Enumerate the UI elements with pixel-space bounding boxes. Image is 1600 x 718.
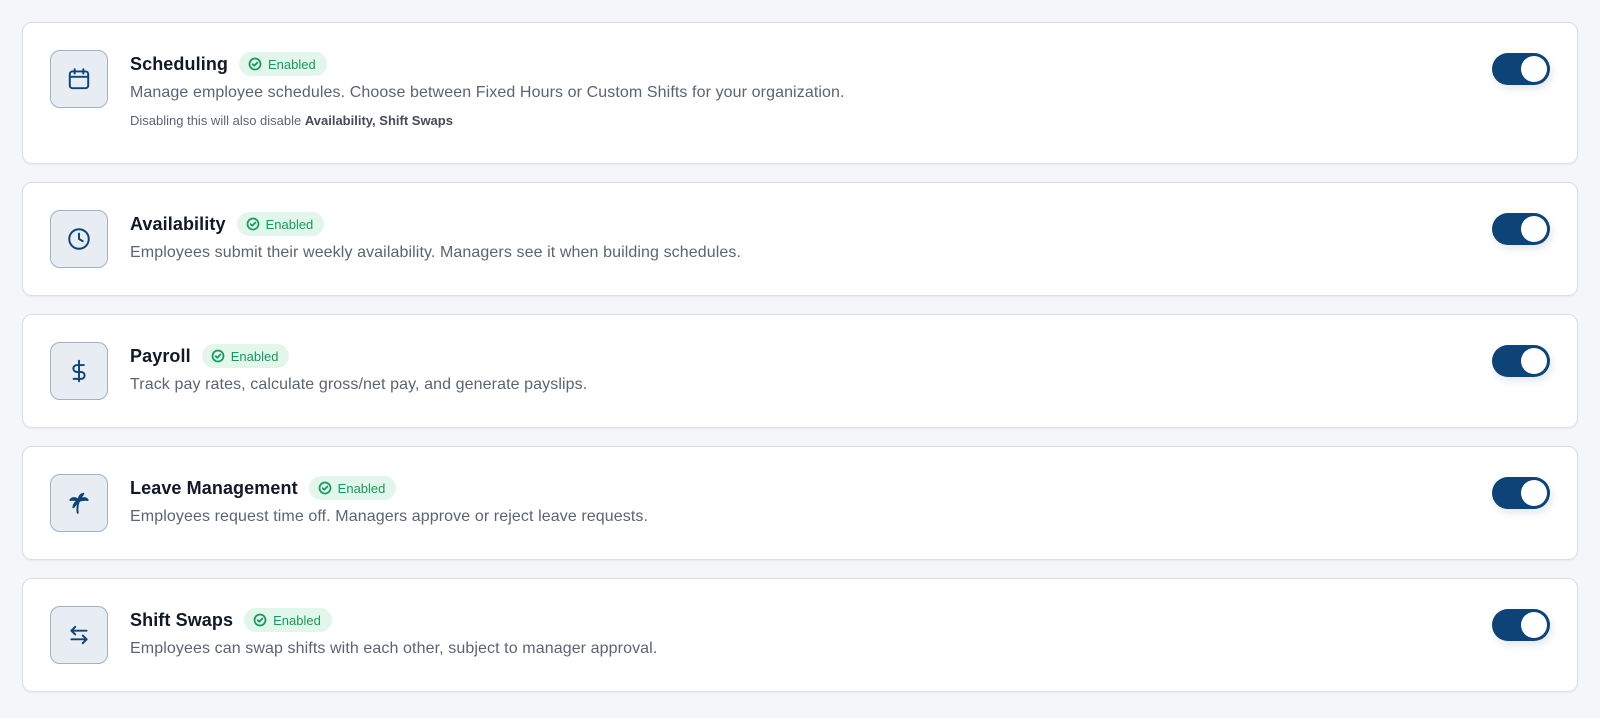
module-content: Leave Management Enabled Employees reque…	[130, 475, 1457, 526]
module-description: Manage employee schedules. Choose betwee…	[130, 84, 845, 101]
toggle-knob	[1521, 480, 1547, 506]
check-circle-icon	[253, 613, 267, 627]
module-content: Availability Enabled Employees submit th…	[130, 211, 1457, 262]
toggle-knob	[1521, 348, 1547, 374]
module-description: Employees request time off. Managers app…	[130, 508, 649, 525]
module-card-scheduling: Scheduling Enabled Manage employee sched…	[22, 22, 1578, 164]
toggle-shift-swaps[interactable]	[1492, 609, 1550, 641]
module-description: Employees can swap shifts with each othe…	[130, 640, 658, 657]
module-title-row: Payroll Enabled	[130, 343, 1457, 369]
toggle-knob	[1521, 56, 1547, 82]
calendar-icon	[50, 50, 108, 108]
module-description: Employees submit their weekly availabili…	[130, 244, 742, 261]
module-content: Payroll Enabled Track pay rates, calcula…	[130, 343, 1457, 394]
dependency-note-modules: Availability, Shift Swaps	[304, 113, 453, 128]
module-title-row: Leave Management Enabled	[130, 475, 1457, 501]
dollar-icon	[50, 342, 108, 400]
toggle-knob	[1521, 216, 1547, 242]
module-title: Leave Management	[130, 477, 298, 498]
check-circle-icon	[248, 57, 262, 71]
module-content: Scheduling Enabled Manage employee sched…	[130, 51, 1457, 128]
module-title: Payroll	[130, 345, 191, 366]
module-title-row: Scheduling Enabled	[130, 51, 1457, 77]
status-badge-label: Enabled	[265, 216, 314, 232]
palm-tree-icon	[50, 474, 108, 532]
status-badge: Enabled	[236, 212, 325, 236]
module-card-leave-management: Leave Management Enabled Employees reque…	[22, 446, 1578, 560]
status-badge: Enabled	[244, 608, 332, 632]
status-badge: Enabled	[201, 344, 290, 368]
module-title: Availability	[130, 213, 226, 234]
toggle-availability[interactable]	[1492, 213, 1550, 245]
status-badge-label: Enabled	[337, 480, 386, 496]
check-circle-icon	[211, 349, 225, 363]
module-title: Shift Swaps	[130, 609, 234, 630]
module-title: Scheduling	[130, 53, 229, 74]
check-circle-icon	[246, 217, 259, 231]
toggle-knob	[1521, 612, 1547, 638]
module-description: Track pay rates, calculate gross/net pay…	[130, 376, 588, 393]
module-card-shift-swaps: Shift Swaps Enabled Employees can swap s…	[22, 578, 1578, 692]
swap-arrows-icon	[50, 606, 108, 664]
status-badge: Enabled	[308, 476, 397, 500]
dependency-note: Disabling this will also disable Availab…	[130, 113, 1457, 128]
toggle-leave-management[interactable]	[1492, 477, 1550, 509]
module-card-availability: Availability Enabled Employees submit th…	[22, 182, 1578, 296]
status-badge-label: Enabled	[268, 56, 316, 72]
module-content: Shift Swaps Enabled Employees can swap s…	[130, 607, 1457, 658]
status-badge: Enabled	[239, 52, 327, 76]
clock-icon	[50, 210, 108, 268]
module-card-payroll: Payroll Enabled Track pay rates, calcula…	[22, 314, 1578, 428]
check-circle-icon	[318, 481, 332, 495]
status-badge-label: Enabled	[230, 348, 279, 364]
toggle-payroll[interactable]	[1492, 345, 1550, 377]
toggle-scheduling[interactable]	[1492, 53, 1550, 85]
module-settings-list: Scheduling Enabled Manage employee sched…	[22, 22, 1578, 710]
dependency-note-prefix: Disabling this will also disable	[130, 113, 305, 128]
status-badge-label: Enabled	[273, 612, 321, 628]
module-title-row: Availability Enabled	[130, 211, 1457, 237]
module-title-row: Shift Swaps Enabled	[130, 607, 1457, 633]
